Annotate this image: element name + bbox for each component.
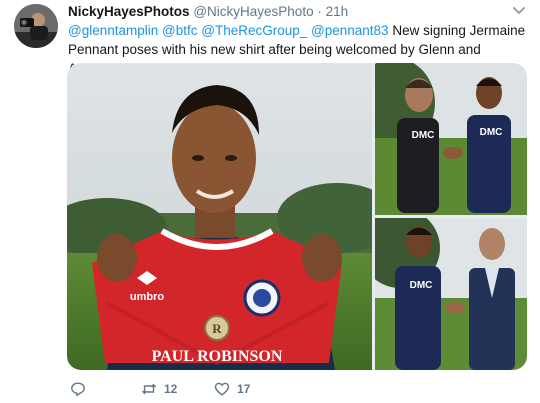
photo-player-with-shirt[interactable]: umbro R PAUL ROBINSON bbox=[67, 63, 372, 370]
retweet-button[interactable]: 12 bbox=[141, 380, 177, 398]
avatar[interactable] bbox=[14, 4, 58, 48]
mention-link[interactable]: @btfc bbox=[162, 23, 197, 38]
reply-icon bbox=[70, 381, 86, 397]
shirt-logo-text: DMC bbox=[412, 130, 435, 141]
retweet-icon bbox=[141, 381, 157, 397]
shirt-logo-text: DMC bbox=[410, 280, 433, 291]
shirt-logo-text: DMC bbox=[480, 127, 503, 138]
mention-link[interactable]: @glenntamplin bbox=[68, 23, 158, 38]
like-count: 17 bbox=[237, 382, 251, 396]
tweet-header: NickyHayesPhotos @NickyHayesPhoto · 21h bbox=[68, 3, 348, 20]
chevron-down-icon[interactable] bbox=[512, 3, 526, 17]
heart-icon bbox=[214, 381, 230, 397]
reply-button[interactable] bbox=[70, 380, 93, 398]
like-button[interactable]: 17 bbox=[214, 380, 250, 398]
photo-handshake-field[interactable]: DMC DMC bbox=[375, 63, 527, 215]
tweet-card[interactable]: NickyHayesPhotos @NickyHayesPhoto · 21h … bbox=[0, 0, 540, 403]
tweet-actions: 12 17 bbox=[67, 380, 387, 398]
photo-handshake-suit[interactable]: DMC bbox=[375, 218, 527, 370]
timestamp[interactable]: 21h bbox=[326, 4, 349, 19]
mention-link[interactable]: @pennant83 bbox=[311, 23, 389, 38]
shirt-initials-text: R bbox=[212, 321, 222, 336]
display-name[interactable]: NickyHayesPhotos bbox=[68, 4, 190, 19]
retweet-count: 12 bbox=[164, 382, 178, 396]
mention-link[interactable]: @TheRecGroup_ bbox=[201, 23, 307, 38]
media-grid: umbro R PAUL ROBINSON DMC DMC DMC bbox=[67, 63, 527, 370]
header-separator: · bbox=[317, 4, 322, 19]
shirt-sponsor-text: PAUL ROBINSON bbox=[152, 348, 283, 365]
user-handle[interactable]: @NickyHayesPhoto bbox=[193, 4, 313, 19]
shirt-brand-text: umbro bbox=[130, 291, 165, 303]
